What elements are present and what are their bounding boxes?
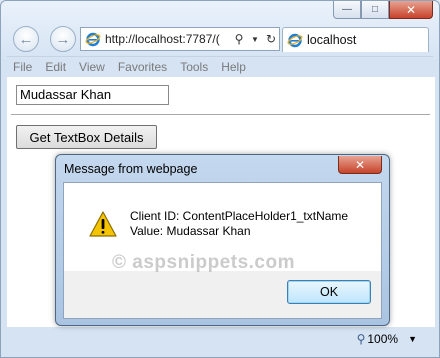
menu-file[interactable]: File — [13, 60, 32, 74]
alert-dialog: Message from webpage ✕ Client ID: Conten… — [55, 154, 390, 326]
forward-button[interactable]: → — [50, 26, 76, 52]
dialog-close-button[interactable]: ✕ — [338, 156, 382, 174]
dialog-message: Client ID: ContentPlaceHolder1_txtName V… — [130, 209, 348, 239]
zoom-dropdown-icon[interactable]: ▼ — [408, 334, 417, 344]
zoom-level[interactable]: 100% — [367, 332, 398, 346]
warning-icon — [89, 211, 117, 237]
maximize-button[interactable]: □ — [361, 1, 389, 19]
address-bar[interactable]: http://localhost:7787/( ⚲ ▼ ↻ — [80, 27, 280, 51]
window-close-button[interactable]: ✕ — [389, 1, 433, 19]
name-textbox[interactable]: Mudassar Khan — [16, 85, 169, 105]
horizontal-rule — [11, 114, 430, 116]
dialog-line-value: Value: Mudassar Khan — [130, 224, 251, 238]
watermark: © aspsnippets.com — [112, 252, 295, 273]
ok-button[interactable]: OK — [287, 280, 371, 304]
dialog-title: Message from webpage — [64, 162, 198, 176]
menu-help[interactable]: Help — [221, 60, 246, 74]
minimize-icon: — — [342, 4, 352, 15]
status-bar: ⚲ 100% ▼ — [7, 327, 435, 351]
window-controls: — □ ✕ — [333, 1, 433, 19]
close-icon: ✕ — [354, 157, 366, 172]
menu-view[interactable]: View — [79, 60, 105, 74]
close-icon: ✕ — [405, 2, 417, 17]
maximize-icon: □ — [371, 4, 379, 15]
tab-label: localhost — [307, 33, 357, 47]
dialog-line-client-id: Client ID: ContentPlaceHolder1_txtName — [130, 209, 349, 223]
menu-tools[interactable]: Tools — [180, 60, 208, 74]
dialog-body: Client ID: ContentPlaceHolder1_txtName V… — [63, 182, 382, 319]
forward-arrow-icon: → — [55, 30, 71, 48]
back-arrow-icon: ← — [18, 30, 34, 48]
ie-logo-icon — [287, 33, 303, 48]
search-dropdown-icon[interactable]: ▼ — [247, 35, 263, 44]
minimize-button[interactable]: — — [333, 1, 361, 19]
back-button[interactable]: ← — [13, 26, 39, 52]
search-icon[interactable]: ⚲ — [231, 32, 247, 46]
tab-localhost[interactable]: localhost — [282, 27, 429, 52]
ie-logo-icon — [85, 32, 101, 47]
get-textbox-details-button[interactable]: Get TextBox Details — [16, 125, 157, 149]
zoom-icon[interactable]: ⚲ — [357, 332, 366, 346]
menu-favorites[interactable]: Favorites — [118, 60, 167, 74]
menu-edit[interactable]: Edit — [45, 60, 66, 74]
menu-bar: File Edit View Favorites Tools Help — [7, 56, 433, 77]
address-text: http://localhost:7787/( — [105, 32, 220, 46]
refresh-icon[interactable]: ↻ — [263, 32, 279, 46]
